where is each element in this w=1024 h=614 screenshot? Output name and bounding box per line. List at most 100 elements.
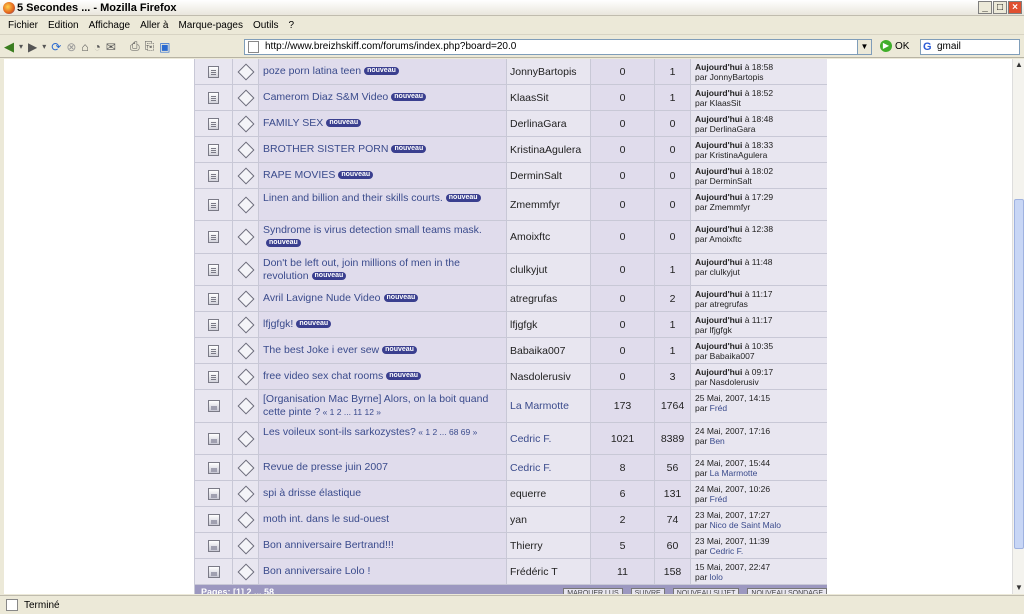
new-badge[interactable]: nouveau (266, 239, 301, 248)
topic-icon (208, 117, 219, 130)
google-icon[interactable]: G (923, 40, 932, 54)
table-row: Camerom Diaz S&M Video nouveau KlaasSit 0 1 A… (195, 85, 827, 111)
scroll-thumb[interactable] (1014, 199, 1024, 549)
last-post-author-line: par KlaasSit (695, 98, 741, 108)
topic-title-link[interactable]: poze porn latina teen (263, 65, 361, 77)
topic-title-link[interactable]: lfjgfgk! (263, 318, 293, 330)
last-post-author[interactable]: La Marmotte (710, 468, 758, 478)
forward-dropdown-icon[interactable]: ▾ (42, 42, 46, 51)
new-badge[interactable]: nouveau (383, 294, 419, 303)
back-icon[interactable]: ◀ (4, 39, 14, 55)
last-post-day: Aujourd'hui (695, 367, 743, 377)
menu-help[interactable]: ? (289, 20, 295, 31)
vertical-scrollbar[interactable]: ▲ ▼ (1012, 59, 1024, 594)
topic-title-link[interactable]: FAMILY SEX (263, 117, 323, 129)
topic-title-link[interactable]: Les voileux sont-ils sarkozystes? (263, 426, 416, 438)
topic-title-link[interactable]: moth int. dans le sud-ouest (263, 513, 389, 525)
topic-title-link[interactable]: Camerom Diaz S&M Video (263, 91, 388, 103)
new-badge[interactable]: nouveau (364, 67, 399, 76)
reload-icon[interactable]: ⟳ (51, 40, 61, 54)
new-badge[interactable]: nouveau (386, 372, 422, 381)
footer-button-1[interactable]: SUIVRE (630, 587, 665, 594)
print-icon[interactable]: ⎙ (130, 39, 140, 54)
topic-author[interactable]: Cedric F. (507, 423, 591, 454)
last-post-author[interactable]: Ben (710, 436, 725, 446)
forward-icon[interactable]: ▶ (28, 40, 37, 54)
new-badge[interactable]: nouveau (382, 346, 417, 355)
last-post-author[interactable]: Nico de Saint Malo (710, 520, 781, 530)
topic-title-link[interactable]: BROTHER SISTER PORN (263, 143, 388, 155)
topic-views: 3 (655, 364, 691, 389)
topic-title-link[interactable]: Revue de presse juin 2007 (263, 461, 388, 473)
topic-author: DerminSalt (507, 163, 591, 188)
topic-title-link[interactable]: spi à drisse élastique (263, 487, 361, 499)
home-icon[interactable]: ⌂ (81, 40, 88, 54)
bookmark-icon[interactable]: ✉ (106, 40, 116, 54)
menu-aller[interactable]: Aller à (140, 20, 168, 31)
message-icon (237, 196, 254, 213)
topic-title-link[interactable]: Bon anniversaire Lolo ! (263, 565, 370, 577)
last-post-date: Aujourd'hui à 11:17 (695, 289, 773, 299)
footer-button-2[interactable]: NOUVEAU SUJET (672, 587, 740, 594)
topic-last-post: 15 Mai, 2007, 22:47 par lolo (691, 559, 827, 584)
close-button[interactable]: × (1008, 1, 1022, 14)
last-post-author[interactable]: Cedric F. (710, 546, 744, 556)
table-row: Syndrome is virus detection small teams … (195, 221, 827, 254)
topic-title-link[interactable]: RAPE MOVIES (263, 169, 335, 181)
topic-title-link[interactable]: Avril Lavigne Nude Video (263, 292, 381, 304)
topic-title-link[interactable]: Don't be left out, join millions of men … (263, 257, 460, 282)
topic-author[interactable]: Cedric F. (507, 455, 591, 480)
topic-type-cell (233, 221, 259, 253)
history-icon[interactable]: ◔ (94, 40, 101, 54)
stop-icon[interactable]: ⊗ (66, 40, 76, 54)
url-input[interactable]: http://www.breizhskiff.com/forums/index.… (244, 39, 872, 55)
new-badge[interactable]: nouveau (296, 320, 332, 329)
url-dropdown-icon[interactable]: ▼ (857, 40, 871, 54)
new-badge[interactable]: nouveau (326, 119, 362, 128)
scroll-up-icon[interactable]: ▲ (1013, 59, 1024, 71)
menu-affichage[interactable]: Affichage (89, 20, 131, 31)
last-post-date: Aujourd'hui à 12:38 (695, 224, 774, 234)
topic-status-cell (195, 163, 233, 188)
search-input[interactable]: G gmail (920, 39, 1020, 55)
status-bar: Terminé (0, 595, 1024, 614)
menu-fichier[interactable]: Fichier (8, 20, 38, 31)
minimize-button[interactable]: _ (978, 1, 992, 14)
topic-last-post: Aujourd'hui à 18:33 par KristinaAgulera (691, 137, 827, 162)
footer-button-0[interactable]: MARQUER LUS (563, 587, 623, 594)
topic-title-link[interactable]: free video sex chat rooms (263, 370, 383, 382)
sidebar-icon[interactable]: ▣ (159, 40, 170, 54)
topic-pages[interactable]: « 1 2 ... 68 69 » (416, 427, 477, 437)
topic-subject-cell: moth int. dans le sud-ouest (259, 507, 507, 532)
maximize-button[interactable]: □ (993, 1, 1007, 14)
last-post-author[interactable]: Fréd (710, 403, 727, 413)
topic-title-link[interactable]: Bon anniversaire Bertrand!!! (263, 539, 394, 551)
topic-author[interactable]: La Marmotte (507, 390, 591, 422)
last-post-author[interactable]: Fréd (710, 494, 727, 504)
print-preview-icon[interactable]: ⎘ (145, 39, 155, 54)
new-badge[interactable]: nouveau (391, 145, 427, 154)
topic-subject-wrap: BROTHER SISTER PORN nouveau (263, 143, 427, 156)
last-post-author: Nasdolerusiv (709, 377, 759, 387)
topic-title-link[interactable]: Syndrome is virus detection small teams … (263, 224, 482, 236)
menu-outils[interactable]: Outils (253, 20, 279, 31)
new-badge[interactable]: nouveau (445, 194, 481, 203)
new-badge[interactable]: nouveau (391, 93, 427, 102)
topic-type-cell (233, 85, 259, 110)
go-button[interactable]: ▶ OK (880, 40, 909, 52)
topic-pages[interactable]: « 1 2 ... 11 12 » (320, 407, 381, 417)
topic-title-link[interactable]: The best Joke i ever sew (263, 344, 379, 356)
menu-edition[interactable]: Edition (48, 20, 79, 31)
pages-label[interactable]: Pages: [1] 2 ... 58 (201, 587, 274, 594)
back-dropdown-icon[interactable]: ▾ (19, 42, 23, 51)
last-post-author[interactable]: lolo (710, 572, 723, 582)
topic-title-link[interactable]: Linen and billion and their skills court… (263, 192, 443, 204)
last-post-date: Aujourd'hui à 18:48 (695, 114, 774, 124)
scroll-down-icon[interactable]: ▼ (1013, 582, 1024, 594)
new-badge[interactable]: nouveau (311, 272, 347, 281)
menu-marque-pages[interactable]: Marque-pages (178, 20, 242, 31)
topic-subject-wrap: FAMILY SEX nouveau (263, 117, 362, 130)
firefox-icon (3, 1, 15, 14)
footer-button-3[interactable]: NOUVEAU SONDAGE (747, 587, 827, 594)
new-badge[interactable]: nouveau (338, 171, 374, 180)
